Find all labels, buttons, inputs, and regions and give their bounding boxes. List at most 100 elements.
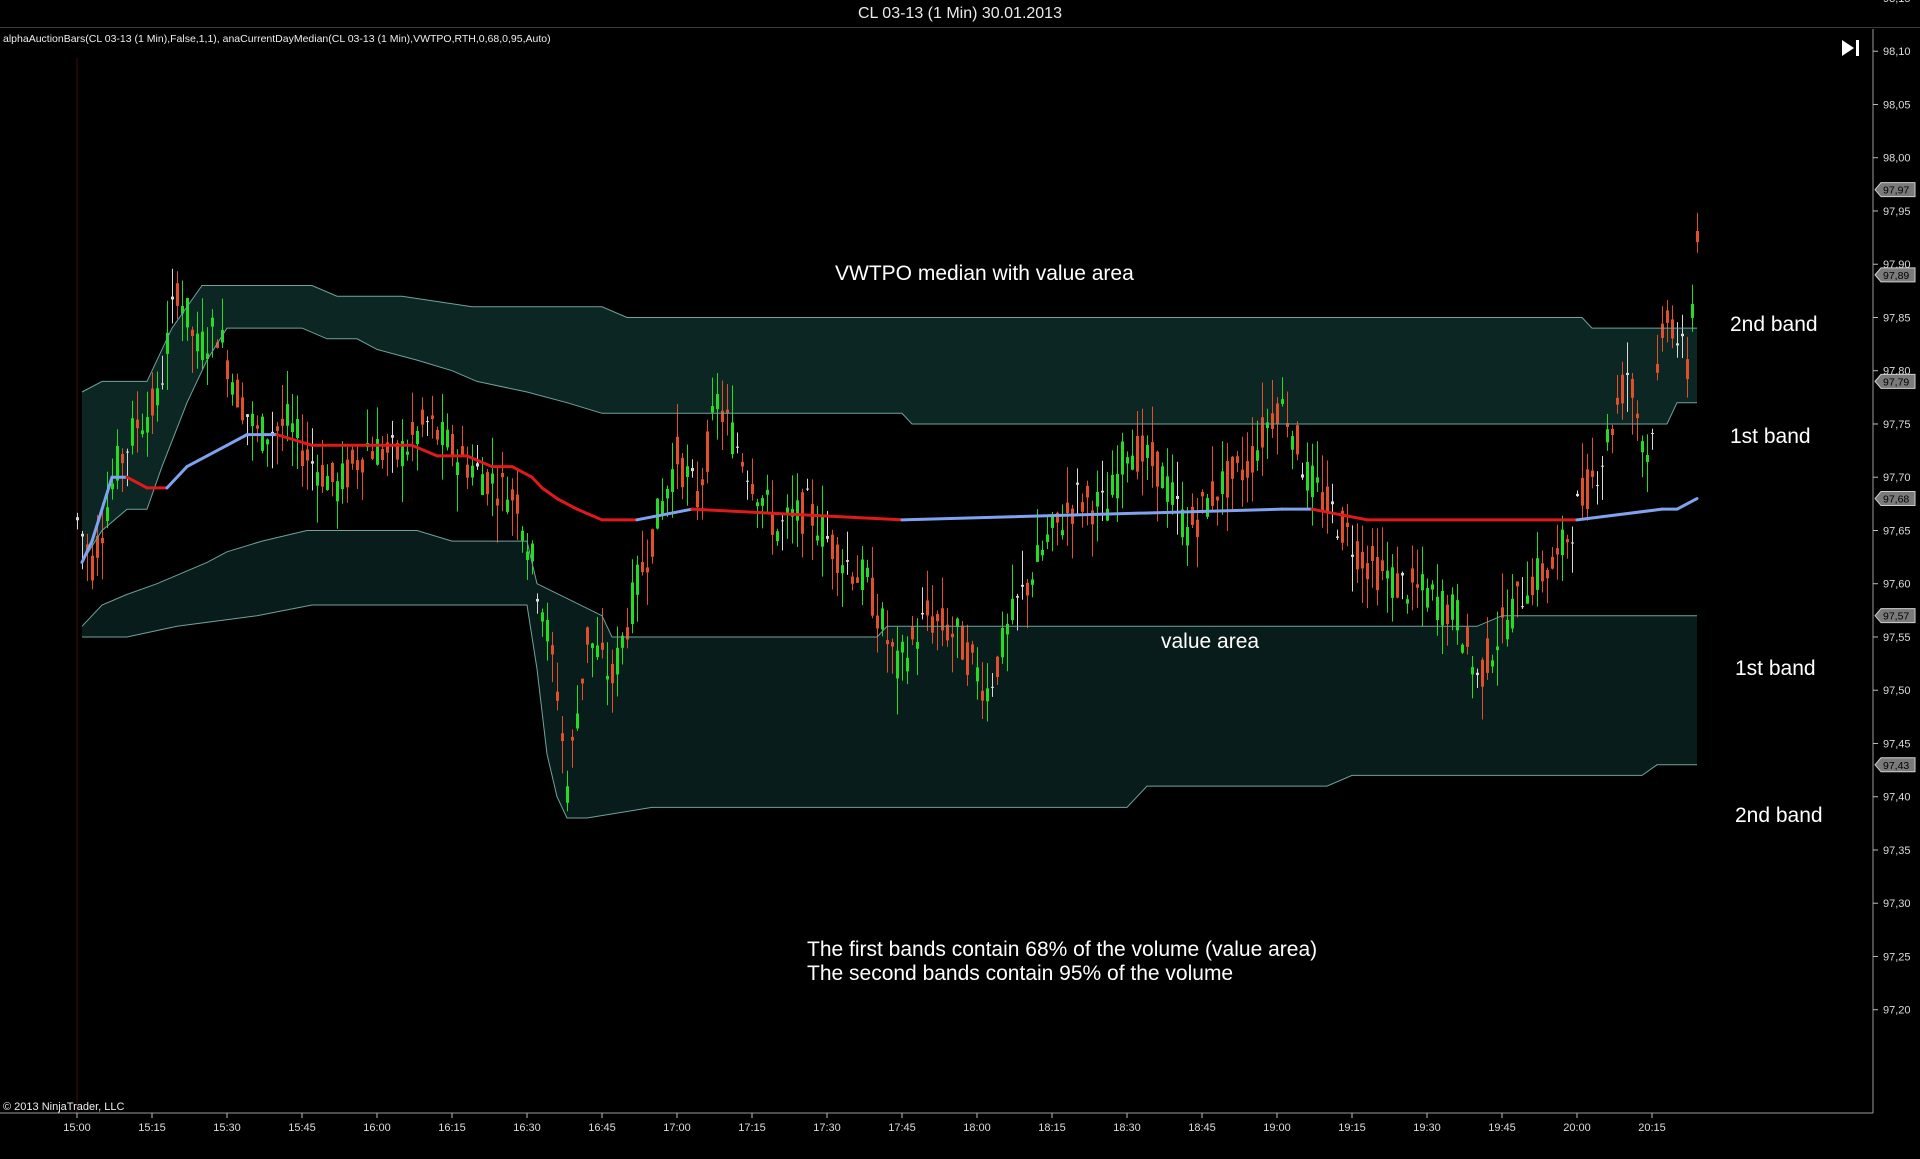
candle-body bbox=[281, 418, 284, 426]
chart-title-annotation: VWTPO median with value area bbox=[835, 262, 1134, 285]
candle-body bbox=[146, 417, 149, 433]
candle-body bbox=[231, 382, 234, 395]
candle-body bbox=[896, 650, 899, 679]
candle-body bbox=[1216, 496, 1219, 501]
median-segment bbox=[530, 475, 544, 490]
candle-body bbox=[761, 498, 764, 506]
candle-body bbox=[766, 489, 769, 495]
candle-body bbox=[576, 713, 579, 729]
copyright-label: © 2013 NinjaTrader, LLC bbox=[3, 1101, 125, 1113]
time-tick-label: 18:15 bbox=[1038, 1122, 1066, 1134]
time-tick-label: 17:15 bbox=[738, 1122, 766, 1134]
candle-body bbox=[1436, 596, 1439, 620]
candle-body bbox=[1091, 510, 1094, 525]
candle-body bbox=[841, 565, 844, 574]
median-segment bbox=[225, 433, 249, 447]
candle-body bbox=[541, 612, 544, 622]
candle-body bbox=[1236, 456, 1239, 463]
candle-body bbox=[1381, 560, 1384, 572]
time-tick-label: 17:00 bbox=[663, 1122, 691, 1134]
price-marker-label: 97,79 bbox=[1883, 376, 1909, 388]
candle-body bbox=[1396, 573, 1399, 598]
candle-body bbox=[1641, 441, 1644, 453]
time-tick-label: 17:45 bbox=[888, 1122, 916, 1134]
candle-body bbox=[1681, 333, 1684, 337]
candle-body bbox=[1446, 604, 1449, 625]
candle-body bbox=[156, 388, 159, 406]
candle-body bbox=[526, 551, 529, 561]
note-line-1: The first bands contain 68% of the volum… bbox=[807, 938, 1318, 961]
candle-body bbox=[1626, 372, 1629, 376]
candle-body bbox=[1571, 542, 1574, 544]
candle-body bbox=[601, 642, 604, 650]
candle-body bbox=[756, 502, 759, 507]
candle-body bbox=[1491, 660, 1494, 667]
candle-body bbox=[186, 298, 189, 328]
price-marker-label: 97,97 bbox=[1883, 185, 1909, 197]
candle-body bbox=[1246, 461, 1249, 478]
candle-body bbox=[1481, 659, 1484, 687]
candle-body bbox=[1666, 310, 1669, 323]
candle-body bbox=[1156, 451, 1159, 487]
candle-body bbox=[1231, 456, 1234, 479]
candle-body bbox=[441, 421, 444, 446]
time-tick-label: 15:30 bbox=[213, 1122, 241, 1134]
candle-body bbox=[556, 691, 559, 701]
candle-body bbox=[1536, 558, 1539, 590]
candle-body bbox=[831, 534, 834, 560]
candle-body bbox=[351, 449, 354, 464]
price-tick-label: 97,75 bbox=[1883, 419, 1911, 431]
candle-body bbox=[76, 517, 79, 521]
candle-body bbox=[141, 430, 144, 435]
candle-body bbox=[741, 461, 744, 467]
candle-body bbox=[941, 608, 944, 631]
candle-body bbox=[1186, 527, 1189, 546]
skip-to-end-button[interactable] bbox=[1836, 34, 1866, 62]
candle-body bbox=[691, 467, 694, 472]
median-segment bbox=[1575, 507, 1664, 522]
candle-body bbox=[881, 608, 884, 630]
time-tick-label: 16:30 bbox=[513, 1122, 541, 1134]
candle-body bbox=[721, 410, 724, 423]
candle-body bbox=[1461, 644, 1464, 653]
candle-body bbox=[916, 642, 919, 649]
candle-body bbox=[1026, 582, 1029, 596]
price-tick-label: 98,10 bbox=[1883, 46, 1911, 58]
candle-body bbox=[946, 624, 949, 641]
candle-body bbox=[676, 436, 679, 465]
candle-body bbox=[976, 667, 979, 682]
candle-body bbox=[1336, 536, 1339, 538]
candle-body bbox=[1316, 477, 1319, 483]
candle-body bbox=[1521, 606, 1524, 608]
candle-body bbox=[1031, 579, 1034, 585]
price-tick-label: 97,55 bbox=[1883, 632, 1911, 644]
median-segment bbox=[540, 486, 559, 501]
candle-body bbox=[776, 531, 779, 542]
candle-body bbox=[1686, 359, 1689, 380]
candle-body bbox=[911, 626, 914, 640]
time-tick-label: 16:15 bbox=[438, 1122, 466, 1134]
price-tick-label: 97,50 bbox=[1883, 685, 1911, 697]
candle-body bbox=[1516, 581, 1519, 587]
candle-body bbox=[356, 460, 359, 471]
candle-body bbox=[1636, 413, 1639, 419]
time-tick-label: 16:00 bbox=[363, 1122, 391, 1134]
candle-body bbox=[681, 457, 684, 488]
candle-body bbox=[1251, 446, 1254, 473]
candle-body bbox=[1431, 584, 1434, 590]
candle-body bbox=[196, 333, 199, 352]
candle-body bbox=[416, 430, 419, 445]
candle-body bbox=[1121, 441, 1124, 475]
candle-body bbox=[1171, 482, 1174, 505]
candle-body bbox=[1021, 584, 1024, 587]
candle-body bbox=[426, 421, 429, 423]
candle-body bbox=[191, 329, 194, 336]
candle-body bbox=[1631, 379, 1634, 398]
candle-body bbox=[1241, 469, 1244, 481]
candle-body bbox=[1081, 502, 1084, 512]
candle-body bbox=[996, 656, 999, 678]
candle-body bbox=[371, 451, 374, 459]
candle-body bbox=[1111, 474, 1114, 495]
median-segment bbox=[510, 465, 534, 479]
candle-body bbox=[1196, 519, 1199, 538]
